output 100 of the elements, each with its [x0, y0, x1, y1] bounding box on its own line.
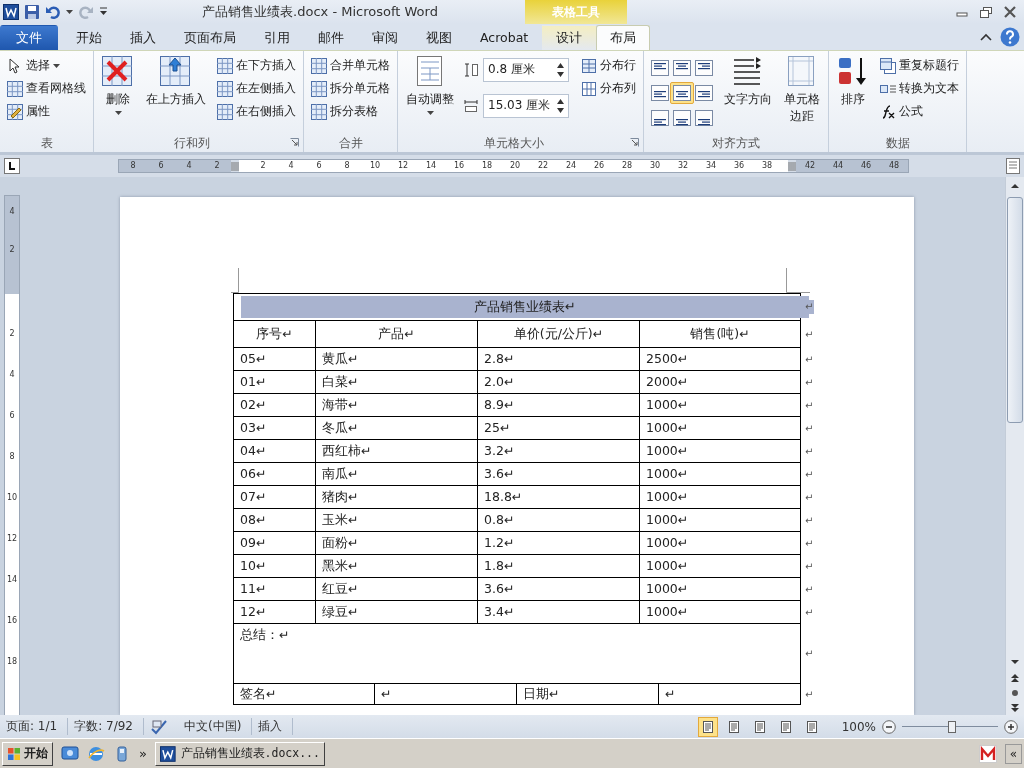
ribbon-button[interactable]: 分布行 [579, 55, 638, 76]
table-cell: 04↵ [233, 440, 315, 464]
slider-thumb[interactable] [947, 720, 956, 733]
end-of-row-mark: ↵ [804, 605, 815, 620]
ribbon-button[interactable]: 拆分单元格 [309, 78, 392, 99]
ribbon-tab[interactable]: 布局 [596, 24, 651, 50]
table-cell: 海带↵ [315, 394, 477, 418]
desktop-icon[interactable] [61, 744, 79, 763]
spin-field[interactable]: 0.8 厘米 [483, 57, 569, 82]
close-icon[interactable] [1004, 6, 1016, 18]
ribbon-button[interactable]: 在下方插入 [215, 55, 298, 76]
dialog-launcher-icon[interactable] [290, 138, 299, 148]
ruler-number: 2 [9, 244, 15, 257]
ribbon-button[interactable]: 转换为文本 [878, 78, 961, 99]
ribbon-button[interactable]: 排序 [834, 53, 872, 110]
tray-expand-button[interactable]: « [1004, 743, 1022, 764]
ruler-number: 16 [6, 615, 18, 628]
end-of-row-mark: ↵ [804, 513, 815, 528]
table-cell: 西红柿↵ [315, 440, 477, 464]
table-cell: 绿豆↵ [315, 601, 477, 625]
word-count[interactable]: 字数: 7/92 [74, 718, 144, 736]
column-marker-icon[interactable] [231, 161, 239, 171]
table-grid-icon [311, 80, 327, 97]
ribbon-button[interactable]: 在上方插入 [143, 53, 209, 110]
table-delete-icon [102, 55, 134, 88]
zoom-level[interactable]: 100% [841, 719, 876, 734]
column-marker-icon[interactable] [788, 161, 796, 171]
column-header: 销售(吨)↵ [639, 321, 801, 349]
table-grid-icon [7, 80, 23, 97]
ribbon-tab[interactable]: 设计 [542, 24, 597, 50]
table-cell: 06↵ [233, 463, 315, 487]
ribbon-button[interactable]: 属性 [5, 101, 88, 122]
end-of-row-mark: ↵ [804, 490, 815, 505]
ribbon-button[interactable]: 在右侧插入 [215, 101, 298, 122]
ribbon-tab[interactable]: 视图 [412, 24, 466, 50]
end-of-row-mark: ↵ [804, 467, 815, 482]
table-cell: 11↵ [233, 578, 315, 602]
proofing-icon[interactable] [150, 718, 168, 735]
page-count[interactable]: 页面: 1/1 [6, 718, 69, 736]
spin-arrows-icon[interactable] [557, 97, 564, 114]
undo-icon[interactable] [45, 4, 61, 20]
ruler-number: 8 [129, 160, 137, 173]
table-cell: 2.0↵ [477, 371, 639, 395]
ribbon-tab[interactable]: 插入 [116, 24, 170, 50]
start-button[interactable]: 开始 [2, 741, 53, 766]
overflow-chevron[interactable]: » [139, 746, 147, 762]
customize-toolbar-icon[interactable] [99, 7, 108, 17]
ribbon-tab[interactable]: Acrobat [466, 24, 543, 50]
spin-arrows-icon[interactable] [557, 61, 564, 78]
file-tab[interactable]: 文件 [0, 24, 58, 50]
end-of-row-mark: ↵ [804, 559, 815, 574]
help-icon[interactable] [1000, 26, 1020, 47]
save-icon[interactable] [24, 4, 40, 20]
ruler-number: 4 [9, 206, 15, 219]
end-of-row-mark: ↵ [804, 398, 815, 413]
taskbar-button[interactable]: 产品销售业绩表.docx... [154, 741, 325, 766]
ribbon-button[interactable]: 重复标题行 [878, 55, 961, 76]
insert-mode[interactable]: 插入 [258, 718, 294, 736]
table-cell: 10↵ [233, 555, 315, 579]
language-indicator[interactable]: 中文(中国) [184, 718, 253, 736]
table-cell: 1000↵ [639, 440, 801, 464]
ruler-number: 4 [185, 160, 193, 173]
table-cell: 总结：↵ [233, 624, 801, 685]
ribbon-tab[interactable]: 审阅 [358, 24, 412, 50]
ribbon-tab[interactable]: 页面布局 [170, 24, 250, 50]
table-cell: 08↵ [233, 509, 315, 533]
scrollbar-thumb[interactable] [1007, 197, 1023, 424]
ribbon-button[interactable]: 文字方向 [721, 53, 775, 110]
zoom-in-icon[interactable] [1004, 719, 1018, 734]
ribbon-tab[interactable]: 引用 [250, 24, 304, 50]
margin-corner-mark [231, 268, 239, 294]
ribbon-button[interactable]: 查看网格线 [5, 78, 88, 99]
ribbon-tab[interactable]: 邮件 [304, 24, 358, 50]
contextual-tab-group: 表格工具 [525, 0, 627, 24]
tab-stop-selector-icon[interactable] [4, 158, 20, 175]
ribbon-tab[interactable]: 开始 [62, 24, 116, 50]
ribbon-button[interactable]: 自动调整 [403, 53, 457, 117]
print-layout-icon[interactable] [697, 716, 718, 737]
dialog-launcher-icon[interactable] [630, 138, 639, 148]
ribbon-button[interactable]: 删除 [99, 53, 137, 117]
end-of-row-mark: ↵ [804, 647, 815, 662]
ribbon-button[interactable]: 分布列 [579, 78, 638, 99]
ribbon-button[interactable]: 公式 [878, 101, 961, 122]
zoom-out-icon[interactable] [882, 719, 896, 734]
table-grid-icon [217, 103, 233, 120]
ribbon-button[interactable]: 单元格边距 [781, 53, 823, 127]
tray-app-icon[interactable] [978, 744, 997, 763]
ruler-number: 38 [760, 160, 774, 173]
cell-alignment-icon[interactable] [670, 82, 694, 105]
ribbon-button[interactable]: 拆分表格 [309, 101, 392, 122]
table-cell: 01↵ [233, 371, 315, 395]
ribbon-button[interactable]: 合并单元格 [309, 55, 392, 76]
table-cell: 0.8↵ [477, 509, 639, 533]
browser-icon[interactable] [87, 744, 105, 763]
ruler-toggle-icon[interactable] [1006, 158, 1020, 175]
ribbon-button[interactable]: 在左侧插入 [215, 78, 298, 99]
collapse-ribbon-icon[interactable] [980, 32, 992, 41]
restore-icon[interactable] [980, 6, 992, 18]
spin-field[interactable]: 15.03 厘米 [483, 93, 569, 118]
ribbon-button[interactable]: 选择 [5, 55, 88, 76]
